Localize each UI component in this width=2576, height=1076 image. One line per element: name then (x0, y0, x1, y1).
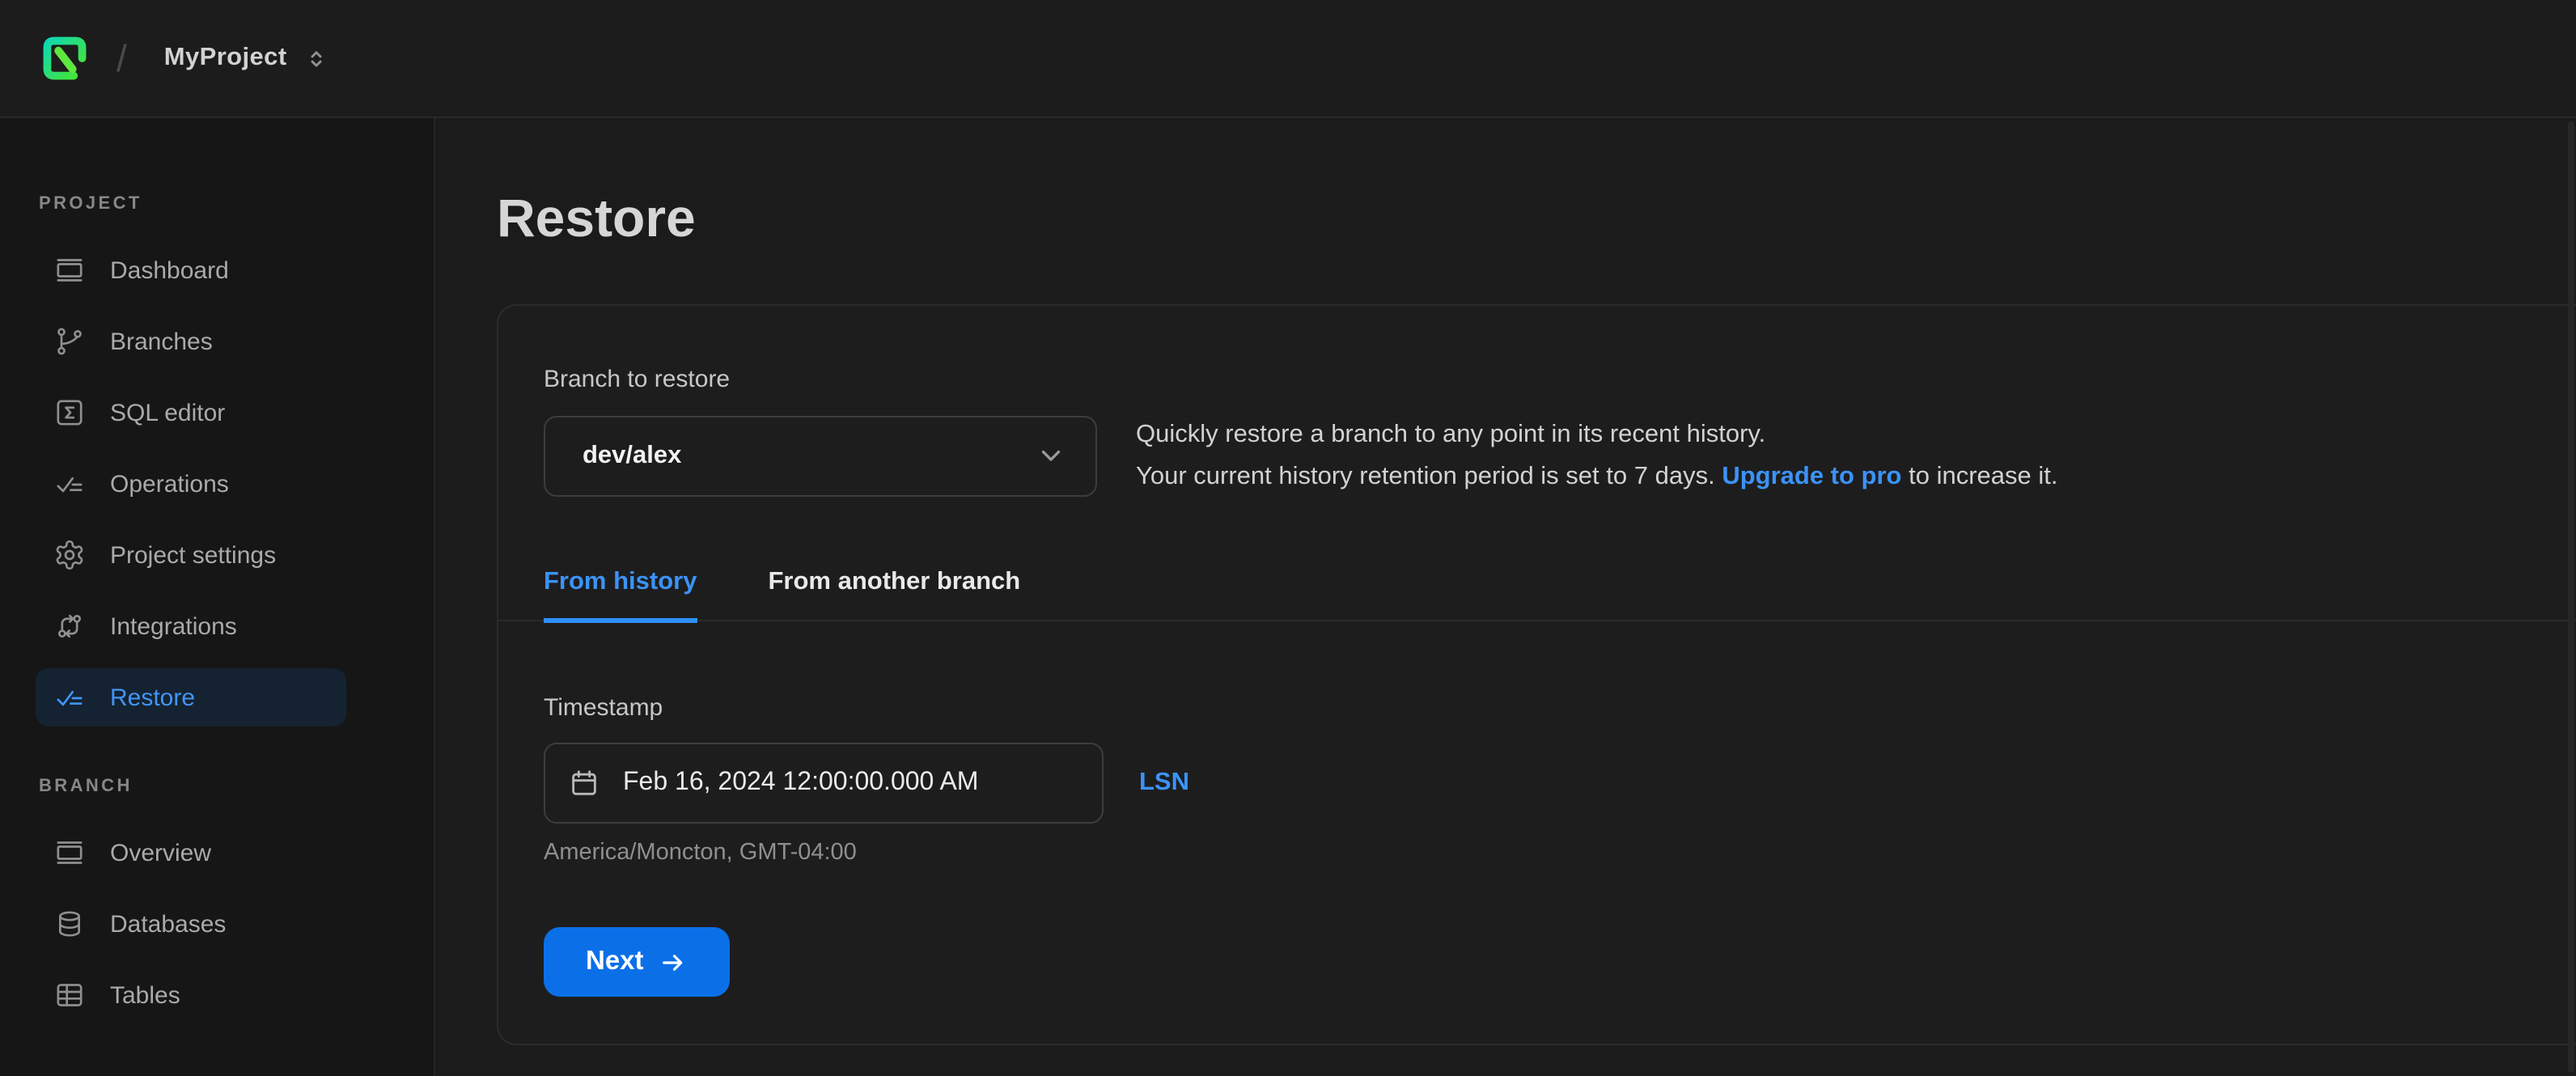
chevron-down-icon (1036, 440, 1066, 471)
sidebar-item-label: SQL editor (110, 399, 225, 426)
sidebar-item-label: Dashboard (110, 256, 229, 284)
sidebar-item-label: Integrations (110, 612, 237, 640)
restore-description: Quickly restore a branch to any point in… (1136, 414, 2058, 497)
timestamp-row: Feb 16, 2024 12:00:00.000 AM LSN (544, 743, 2557, 824)
description-line2-after: to increase it. (1902, 462, 2058, 489)
sidebar-section-label: PROJECT (39, 194, 434, 214)
branch-icon (53, 325, 86, 358)
branch-select-value: dev/alex (583, 441, 1036, 470)
sidebar-section-label: BRANCH (39, 777, 434, 796)
checklist-icon (53, 681, 86, 714)
layout: PROJECT Dashboard Branches SQL editor Operat… (0, 118, 2576, 1076)
description-line-2: Your current history retention period is… (1136, 455, 2058, 497)
arrow-right-icon (659, 947, 688, 976)
page-title: Restore (497, 181, 2576, 256)
sidebar-item-dashboard[interactable]: Dashboard (36, 241, 346, 299)
sidebar-item-label: Branches (110, 328, 213, 355)
next-button-label: Next (586, 947, 644, 977)
main-content: Restore Branch to restore dev/alex Quick… (435, 118, 2576, 1076)
restore-tabs: From history From another branch (498, 566, 2576, 621)
sidebar-item-branches[interactable]: Branches (36, 312, 346, 371)
project-name: MyProject (164, 44, 287, 73)
window-icon (53, 254, 86, 286)
tab-from-history[interactable]: From history (544, 566, 697, 623)
top-bar: / MyProject (0, 0, 2576, 118)
timezone-note: America/Moncton, GMT-04:00 (544, 838, 2557, 867)
breadcrumb-separator: / (117, 36, 127, 80)
tab-from-another-branch[interactable]: From another branch (768, 566, 1020, 623)
sidebar-item-label: Operations (110, 470, 229, 498)
sidebar-item-label: Restore (110, 684, 195, 711)
sidebar-item-label: Tables (110, 981, 180, 1009)
window-icon (53, 837, 86, 869)
calendar-icon (568, 767, 600, 799)
sidebar-item-label: Databases (110, 910, 226, 938)
checklist-icon (53, 468, 86, 500)
timestamp-value: Feb 16, 2024 12:00:00.000 AM (623, 769, 978, 798)
neon-logo-icon[interactable] (40, 34, 89, 83)
branch-select-row: dev/alex Quickly restore a branch to any… (544, 414, 2557, 497)
vertical-scrollbar[interactable] (2568, 121, 2574, 1073)
sidebar-item-label: Overview (110, 839, 211, 866)
table-icon (53, 979, 86, 1011)
sidebar-item-restore[interactable]: Restore (36, 668, 346, 727)
database-icon (53, 908, 86, 940)
neon-console-app: / MyProject PROJECT Dashboard Branches SQL … (0, 0, 2576, 1076)
chevrons-up-down-icon (305, 43, 329, 74)
next-button[interactable]: Next (544, 927, 730, 997)
sidebar-item-databases[interactable]: Databases (36, 895, 346, 953)
upgrade-to-pro-link[interactable]: Upgrade to pro (1722, 462, 1901, 489)
sidebar-item-tables[interactable]: Tables (36, 966, 346, 1024)
description-line2-before: Your current history retention period is… (1136, 462, 1722, 489)
sidebar-item-sql-editor[interactable]: SQL editor (36, 383, 346, 442)
sidebar-item-operations[interactable]: Operations (36, 455, 346, 513)
sql-terminal-icon (53, 396, 86, 429)
sidebar-section-branch: BRANCH Overview Databases Tables (36, 777, 434, 1024)
sidebar-item-project-settings[interactable]: Project settings (36, 526, 346, 584)
sidebar-item-overview[interactable]: Overview (36, 824, 346, 882)
sidebar-item-integrations[interactable]: Integrations (36, 597, 346, 655)
description-line-1: Quickly restore a branch to any point in… (1136, 414, 2058, 455)
branch-to-restore-label: Branch to restore (544, 364, 2557, 395)
lsn-link[interactable]: LSN (1139, 769, 1189, 798)
timestamp-label: Timestamp (544, 693, 2557, 723)
timestamp-input[interactable]: Feb 16, 2024 12:00:00.000 AM (544, 743, 1104, 824)
project-switcher[interactable]: MyProject (155, 36, 339, 80)
integrations-icon (53, 610, 86, 642)
sidebar-section-project: PROJECT Dashboard Branches SQL editor Operat… (36, 194, 434, 727)
sidebar-item-label: Project settings (110, 541, 276, 569)
gear-icon (53, 539, 86, 571)
sidebar: PROJECT Dashboard Branches SQL editor Operat… (0, 118, 435, 1076)
branch-select[interactable]: dev/alex (544, 415, 1097, 496)
restore-card: Branch to restore dev/alex Quickly resto… (497, 304, 2576, 1045)
